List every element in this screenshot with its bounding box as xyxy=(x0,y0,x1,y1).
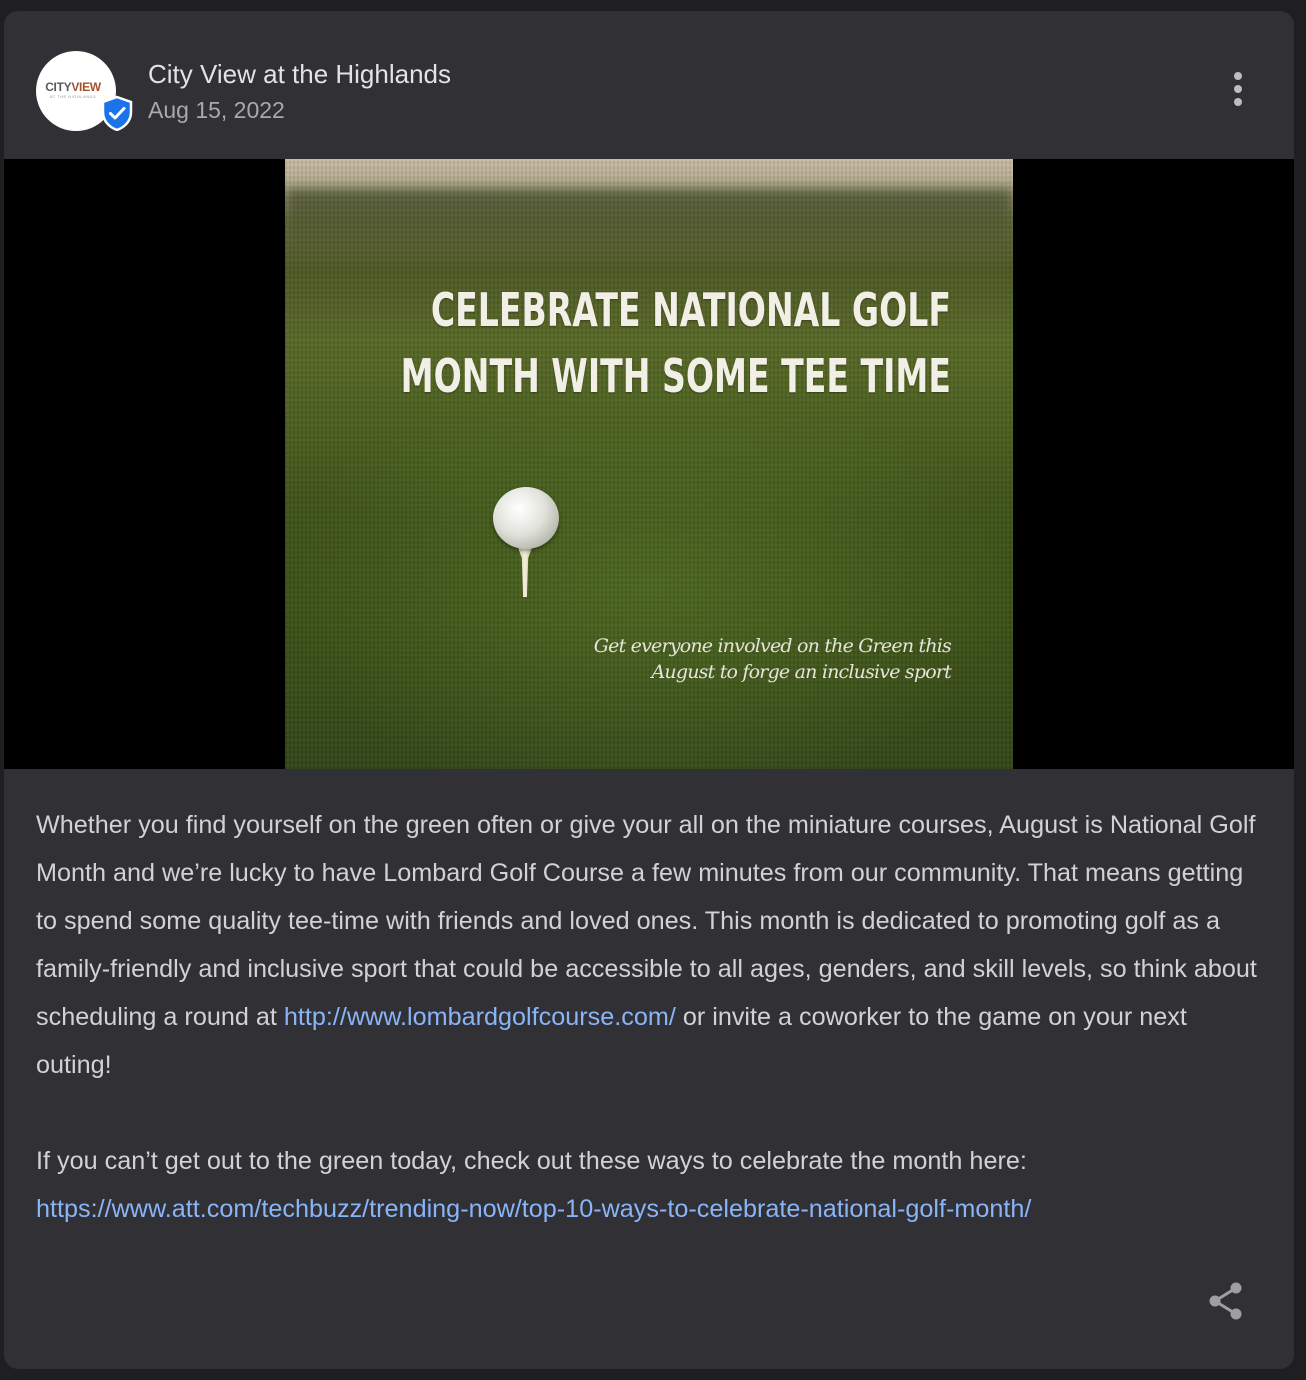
more-vert-icon xyxy=(1234,72,1242,80)
more-options-button[interactable] xyxy=(1222,69,1254,109)
image-subline-line: Get everyone involved on the Green this xyxy=(593,635,952,657)
post-card: CITYVIEW AT THE HIGHLANDS City View at t… xyxy=(4,11,1294,1369)
lombard-golf-link[interactable]: http://www.lombardgolfcourse.com/ xyxy=(284,1003,676,1031)
verified-shield-icon xyxy=(101,95,133,131)
paragraph-text: Whether you find yourself on the green o… xyxy=(36,811,1257,1031)
post-body: Whether you find yourself on the green o… xyxy=(36,801,1266,1233)
business-name[interactable]: City View at the Highlands xyxy=(148,59,451,90)
image-subline: Get everyone involved on the Green this … xyxy=(593,633,952,685)
golf-ball xyxy=(493,487,559,549)
post-paragraph: If you can’t get out to the green today,… xyxy=(36,1137,1266,1233)
image-headline: CELEBRATE NATIONAL GOLF MONTH WITH SOME … xyxy=(361,277,951,409)
post-paragraph: Whether you find yourself on the green o… xyxy=(36,801,1266,1089)
post-image[interactable]: CELEBRATE NATIONAL GOLF MONTH WITH SOME … xyxy=(285,159,1013,769)
image-headline-line: CELEBRATE NATIONAL GOLF xyxy=(430,283,951,337)
post-date: Aug 15, 2022 xyxy=(148,97,285,123)
post-header: CITYVIEW AT THE HIGHLANDS City View at t… xyxy=(4,11,1294,159)
logo-text: CITYVIEW xyxy=(45,79,101,94)
logo-subtext: AT THE HIGHLANDS xyxy=(49,93,97,99)
more-vert-dot xyxy=(1234,98,1242,106)
att-techbuzz-link[interactable]: https://www.att.com/techbuzz/trending-no… xyxy=(36,1195,1031,1223)
paragraph-text: If you can’t get out to the green today,… xyxy=(36,1147,1027,1175)
image-subline-line: August to forge an inclusive sport xyxy=(651,661,952,683)
image-headline-line: MONTH WITH SOME TEE TIME xyxy=(400,349,951,403)
more-vert-dot xyxy=(1234,85,1242,93)
share-icon[interactable] xyxy=(1204,1279,1248,1323)
post-media[interactable]: CELEBRATE NATIONAL GOLF MONTH WITH SOME … xyxy=(4,159,1294,769)
